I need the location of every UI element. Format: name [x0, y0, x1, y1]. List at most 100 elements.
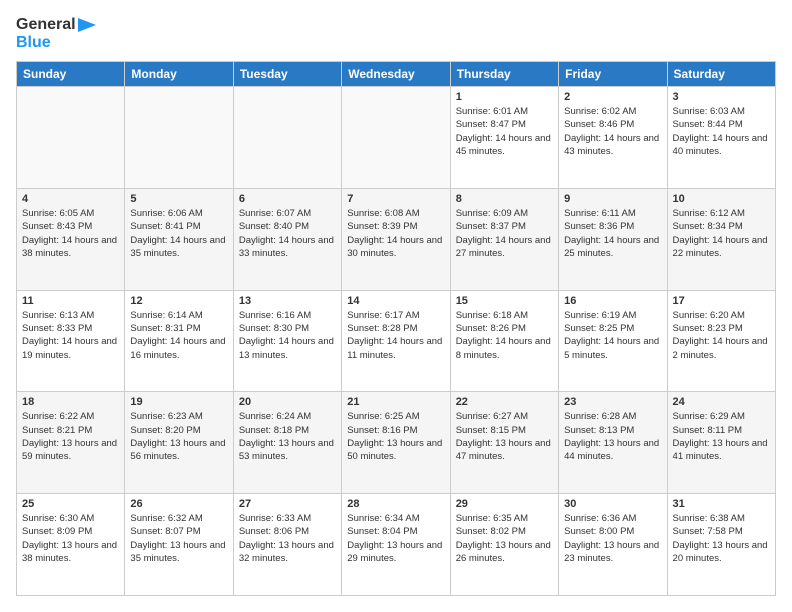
col-friday: Friday	[559, 62, 667, 87]
calendar-cell	[17, 87, 125, 189]
day-number: 30	[564, 498, 661, 510]
day-number: 31	[673, 498, 770, 510]
day-number: 20	[239, 396, 336, 408]
calendar-cell: 11 Sunrise: 6:13 AM Sunset: 8:33 PM Dayli…	[17, 290, 125, 392]
day-number: 9	[564, 193, 661, 205]
col-saturday: Saturday	[667, 62, 775, 87]
calendar-cell: 29 Sunrise: 6:35 AM Sunset: 8:02 PM Dayli…	[450, 494, 558, 596]
day-number: 21	[347, 396, 444, 408]
calendar-cell: 19Sunrise: 6:23 AM Sunset: 8:20 PM Dayli…	[125, 392, 233, 494]
day-info: Sunrise: 6:35 AM Sunset: 8:02 PM Dayligh…	[456, 512, 553, 565]
calendar-cell: 27Sunrise: 6:33 AM Sunset: 8:06 PM Dayli…	[233, 494, 341, 596]
calendar-cell: 7 Sunrise: 6:08 AM Sunset: 8:39 PM Daylig…	[342, 188, 450, 290]
calendar-cell: 1 Sunrise: 6:01 AM Sunset: 8:47 PM Daylig…	[450, 87, 558, 189]
calendar-cell: 15Sunrise: 6:18 AM Sunset: 8:26 PM Dayli…	[450, 290, 558, 392]
calendar-cell: 20 Sunrise: 6:24 AM Sunset: 8:18 PM Dayli…	[233, 392, 341, 494]
day-number: 8	[456, 193, 553, 205]
calendar-cell: 17 Sunrise: 6:20 AM Sunset: 8:23 PM Dayli…	[667, 290, 775, 392]
calendar-cell: 31 Sunrise: 6:38 AM Sunset: 7:58 PM Dayli…	[667, 494, 775, 596]
day-info: Sunrise: 6:05 AM Sunset: 8:43 PM Dayligh…	[22, 207, 119, 260]
day-number: 26	[130, 498, 227, 510]
calendar-cell: 5 Sunrise: 6:06 AM Sunset: 8:41 PM Daylig…	[125, 188, 233, 290]
calendar-cell: 30 Sunrise: 6:36 AM Sunset: 8:00 PM Dayli…	[559, 494, 667, 596]
day-info: Sunrise: 6:22 AM Sunset: 8:21 PM Dayligh…	[22, 410, 119, 463]
day-number: 15	[456, 295, 553, 307]
day-info: Sunrise: 6:25 AM Sunset: 8:16 PM Dayligh…	[347, 410, 444, 463]
day-number: 12	[130, 295, 227, 307]
calendar-week-row: 1 Sunrise: 6:01 AM Sunset: 8:47 PM Daylig…	[17, 87, 776, 189]
calendar-cell: 25 Sunrise: 6:30 AM Sunset: 8:09 PM Dayli…	[17, 494, 125, 596]
calendar-cell: 28 Sunrise: 6:34 AM Sunset: 8:04 PM Dayli…	[342, 494, 450, 596]
day-info: Sunrise: 6:09 AM Sunset: 8:37 PM Dayligh…	[456, 207, 553, 260]
calendar-cell: 22 Sunrise: 6:27 AM Sunset: 8:15 PM Dayli…	[450, 392, 558, 494]
day-number: 14	[347, 295, 444, 307]
calendar-cell: 2Sunrise: 6:02 AM Sunset: 8:46 PM Daylig…	[559, 87, 667, 189]
day-number: 4	[22, 193, 119, 205]
day-info: Sunrise: 6:11 AM Sunset: 8:36 PM Dayligh…	[564, 207, 661, 260]
calendar-cell	[125, 87, 233, 189]
day-info: Sunrise: 6:12 AM Sunset: 8:34 PM Dayligh…	[673, 207, 770, 260]
day-number: 23	[564, 396, 661, 408]
day-info: Sunrise: 6:27 AM Sunset: 8:15 PM Dayligh…	[456, 410, 553, 463]
day-number: 28	[347, 498, 444, 510]
calendar-cell: 9 Sunrise: 6:11 AM Sunset: 8:36 PM Daylig…	[559, 188, 667, 290]
day-info: Sunrise: 6:38 AM Sunset: 7:58 PM Dayligh…	[673, 512, 770, 565]
day-info: Sunrise: 6:30 AM Sunset: 8:09 PM Dayligh…	[22, 512, 119, 565]
day-info: Sunrise: 6:06 AM Sunset: 8:41 PM Dayligh…	[130, 207, 227, 260]
calendar-cell: 21 Sunrise: 6:25 AM Sunset: 8:16 PM Dayli…	[342, 392, 450, 494]
day-number: 7	[347, 193, 444, 205]
day-info: Sunrise: 6:24 AM Sunset: 8:18 PM Dayligh…	[239, 410, 336, 463]
day-number: 5	[130, 193, 227, 205]
calendar-cell: 4 Sunrise: 6:05 AM Sunset: 8:43 PM Daylig…	[17, 188, 125, 290]
logo: General Blue	[16, 16, 96, 51]
calendar-week-row: 4 Sunrise: 6:05 AM Sunset: 8:43 PM Daylig…	[17, 188, 776, 290]
day-number: 13	[239, 295, 336, 307]
day-info: Sunrise: 6:36 AM Sunset: 8:00 PM Dayligh…	[564, 512, 661, 565]
day-number: 1	[456, 91, 553, 103]
col-thursday: Thursday	[450, 62, 558, 87]
day-number: 25	[22, 498, 119, 510]
day-number: 19	[130, 396, 227, 408]
day-info: Sunrise: 6:20 AM Sunset: 8:23 PM Dayligh…	[673, 309, 770, 362]
col-wednesday: Wednesday	[342, 62, 450, 87]
day-info: Sunrise: 6:29 AM Sunset: 8:11 PM Dayligh…	[673, 410, 770, 463]
col-tuesday: Tuesday	[233, 62, 341, 87]
day-info: Sunrise: 6:17 AM Sunset: 8:28 PM Dayligh…	[347, 309, 444, 362]
calendar-cell: 12 Sunrise: 6:14 AM Sunset: 8:31 PM Dayli…	[125, 290, 233, 392]
day-number: 3	[673, 91, 770, 103]
day-info: Sunrise: 6:03 AM Sunset: 8:44 PM Dayligh…	[673, 105, 770, 158]
logo-arrow	[78, 18, 96, 32]
calendar-cell: 24Sunrise: 6:29 AM Sunset: 8:11 PM Dayli…	[667, 392, 775, 494]
day-number: 18	[22, 396, 119, 408]
day-number: 11	[22, 295, 119, 307]
day-number: 22	[456, 396, 553, 408]
calendar-cell: 16Sunrise: 6:19 AM Sunset: 8:25 PM Dayli…	[559, 290, 667, 392]
day-number: 10	[673, 193, 770, 205]
day-number: 17	[673, 295, 770, 307]
calendar-cell: 26 Sunrise: 6:32 AM Sunset: 8:07 PM Dayli…	[125, 494, 233, 596]
calendar-cell: 10 Sunrise: 6:12 AM Sunset: 8:34 PM Dayli…	[667, 188, 775, 290]
calendar-cell: 18 Sunrise: 6:22 AM Sunset: 8:21 PM Dayli…	[17, 392, 125, 494]
calendar-week-row: 25 Sunrise: 6:30 AM Sunset: 8:09 PM Dayli…	[17, 494, 776, 596]
day-info: Sunrise: 6:08 AM Sunset: 8:39 PM Dayligh…	[347, 207, 444, 260]
day-info: Sunrise: 6:28 AM Sunset: 8:13 PM Dayligh…	[564, 410, 661, 463]
day-number: 6	[239, 193, 336, 205]
day-info: Sunrise: 6:13 AM Sunset: 8:33 PM Dayligh…	[22, 309, 119, 362]
day-number: 29	[456, 498, 553, 510]
day-info: Sunrise: 6:34 AM Sunset: 8:04 PM Dayligh…	[347, 512, 444, 565]
day-info: Sunrise: 6:16 AM Sunset: 8:30 PM Dayligh…	[239, 309, 336, 362]
day-info: Sunrise: 6:14 AM Sunset: 8:31 PM Dayligh…	[130, 309, 227, 362]
day-info: Sunrise: 6:33 AM Sunset: 8:06 PM Dayligh…	[239, 512, 336, 565]
calendar-cell	[342, 87, 450, 189]
day-number: 16	[564, 295, 661, 307]
calendar-cell: 3 Sunrise: 6:03 AM Sunset: 8:44 PM Daylig…	[667, 87, 775, 189]
header: General Blue	[16, 16, 776, 51]
day-info: Sunrise: 6:01 AM Sunset: 8:47 PM Dayligh…	[456, 105, 553, 158]
calendar-week-row: 11 Sunrise: 6:13 AM Sunset: 8:33 PM Dayli…	[17, 290, 776, 392]
col-sunday: Sunday	[17, 62, 125, 87]
col-monday: Monday	[125, 62, 233, 87]
day-info: Sunrise: 6:32 AM Sunset: 8:07 PM Dayligh…	[130, 512, 227, 565]
calendar-week-row: 18 Sunrise: 6:22 AM Sunset: 8:21 PM Dayli…	[17, 392, 776, 494]
day-info: Sunrise: 6:02 AM Sunset: 8:46 PM Dayligh…	[564, 105, 661, 158]
calendar-cell	[233, 87, 341, 189]
